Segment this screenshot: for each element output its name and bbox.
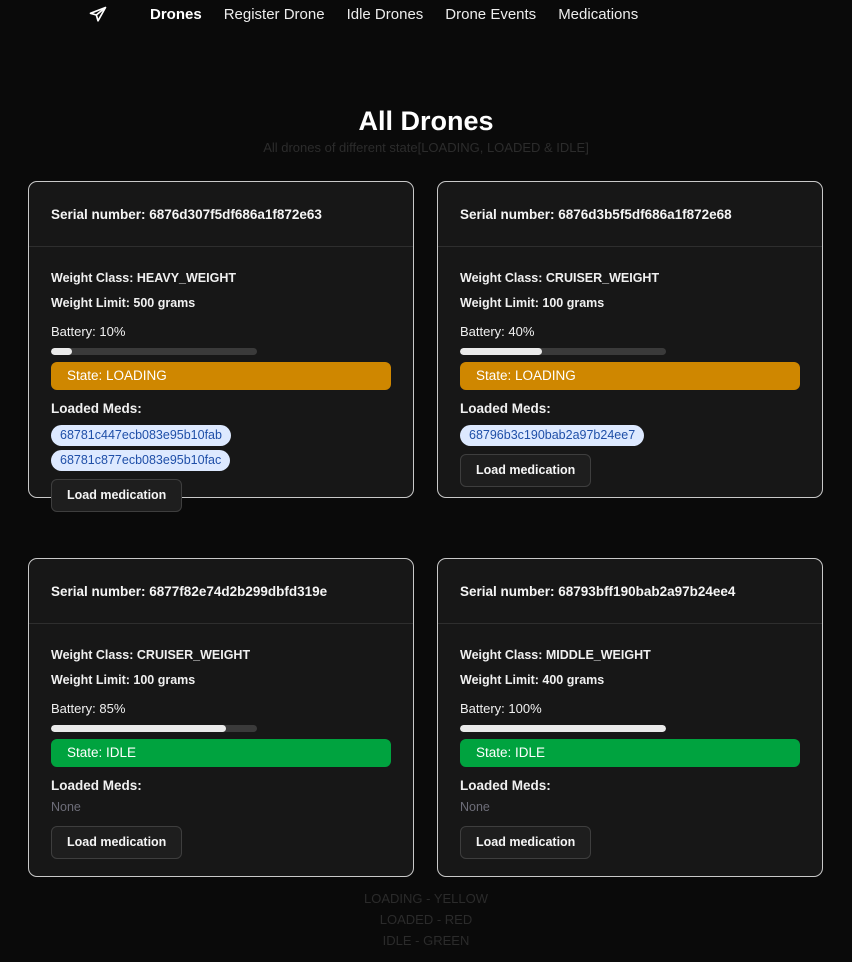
no-meds-text: None bbox=[460, 800, 490, 814]
drone-card: Serial number: 6877f82e74d2b299dbfd319e … bbox=[28, 558, 414, 877]
drone-card: Serial number: 6876d307f5df686a1f872e63 … bbox=[28, 181, 414, 512]
meds-list: 68796b3c190bab2a97b24ee7 bbox=[460, 421, 800, 446]
loaded-meds-label: Loaded Meds: bbox=[51, 778, 142, 793]
weight-limit: Weight Limit: 400 grams bbox=[460, 673, 605, 687]
state-badge: State: LOADING bbox=[51, 362, 391, 390]
drone-serial: Serial number: 68793bff190bab2a97b24ee4 bbox=[438, 559, 822, 624]
drone-card: Serial number: 68793bff190bab2a97b24ee4 … bbox=[437, 558, 823, 877]
battery-bar bbox=[51, 348, 257, 355]
med-chip[interactable]: 68781c447ecb083e95b10fab bbox=[51, 425, 231, 446]
weight-class: Weight Class: HEAVY_WEIGHT bbox=[51, 271, 236, 285]
battery-label: Battery: 85% bbox=[51, 701, 126, 716]
battery-label: Battery: 40% bbox=[460, 324, 535, 339]
nav-links: Drones Register Drone Idle Drones Drone … bbox=[150, 6, 638, 23]
weight-limit: Weight Limit: 100 grams bbox=[51, 673, 196, 687]
nav-link-medications[interactable]: Medications bbox=[558, 6, 638, 23]
nav-link-register-drone[interactable]: Register Drone bbox=[224, 6, 325, 23]
battery-bar-fill bbox=[51, 725, 227, 732]
nav-link-drone-events[interactable]: Drone Events bbox=[445, 6, 536, 23]
battery-bar-fill bbox=[460, 725, 666, 732]
load-medication-button[interactable]: Load medication bbox=[460, 454, 592, 487]
top-nav: Drones Register Drone Idle Drones Drone … bbox=[0, 0, 852, 30]
load-medication-button[interactable]: Load medication bbox=[51, 826, 183, 859]
loaded-meds-label: Loaded Meds: bbox=[51, 401, 142, 416]
med-chip[interactable]: 68796b3c190bab2a97b24ee7 bbox=[460, 425, 645, 446]
weight-class: Weight Class: MIDDLE_WEIGHT bbox=[460, 648, 651, 662]
load-medication-button[interactable]: Load medication bbox=[460, 826, 592, 859]
airplane-icon[interactable] bbox=[88, 5, 108, 25]
battery-bar-fill bbox=[51, 348, 72, 355]
legend-idle: IDLE - GREEN bbox=[382, 933, 470, 948]
nav-link-drones[interactable]: Drones bbox=[150, 6, 202, 23]
loaded-meds-label: Loaded Meds: bbox=[460, 778, 551, 793]
state-badge: State: IDLE bbox=[460, 739, 800, 767]
weight-limit: Weight Limit: 100 grams bbox=[460, 296, 605, 310]
page-title: All Drones bbox=[358, 106, 494, 136]
nav-link-idle-drones[interactable]: Idle Drones bbox=[347, 6, 424, 23]
drone-card: Serial number: 6876d3b5f5df686a1f872e68 … bbox=[437, 181, 823, 498]
battery-bar bbox=[460, 348, 666, 355]
battery-bar-fill bbox=[460, 348, 543, 355]
no-meds-text: None bbox=[51, 800, 81, 814]
loaded-meds-label: Loaded Meds: bbox=[460, 401, 551, 416]
state-badge: State: IDLE bbox=[51, 739, 391, 767]
legend-loaded: LOADED - RED bbox=[379, 912, 473, 927]
drone-serial: Serial number: 6877f82e74d2b299dbfd319e bbox=[29, 559, 413, 624]
drone-serial: Serial number: 6876d307f5df686a1f872e63 bbox=[29, 182, 413, 247]
battery-bar bbox=[460, 725, 666, 732]
battery-bar bbox=[51, 725, 257, 732]
med-chip[interactable]: 68781c877ecb083e95b10fac bbox=[51, 450, 231, 471]
page-subtitle: All drones of different state[LOADING, L… bbox=[263, 140, 589, 155]
battery-label: Battery: 100% bbox=[460, 701, 542, 716]
weight-class: Weight Class: CRUISER_WEIGHT bbox=[460, 271, 660, 285]
legend-loading: LOADING - YELLOW bbox=[363, 891, 488, 906]
weight-class: Weight Class: CRUISER_WEIGHT bbox=[51, 648, 251, 662]
meds-list: 68781c447ecb083e95b10fab 68781c877ecb083… bbox=[51, 421, 391, 471]
battery-label: Battery: 10% bbox=[51, 324, 126, 339]
weight-limit: Weight Limit: 500 grams bbox=[51, 296, 196, 310]
drone-serial: Serial number: 6876d3b5f5df686a1f872e68 bbox=[438, 182, 822, 247]
load-medication-button[interactable]: Load medication bbox=[51, 479, 183, 512]
state-badge: State: LOADING bbox=[460, 362, 800, 390]
